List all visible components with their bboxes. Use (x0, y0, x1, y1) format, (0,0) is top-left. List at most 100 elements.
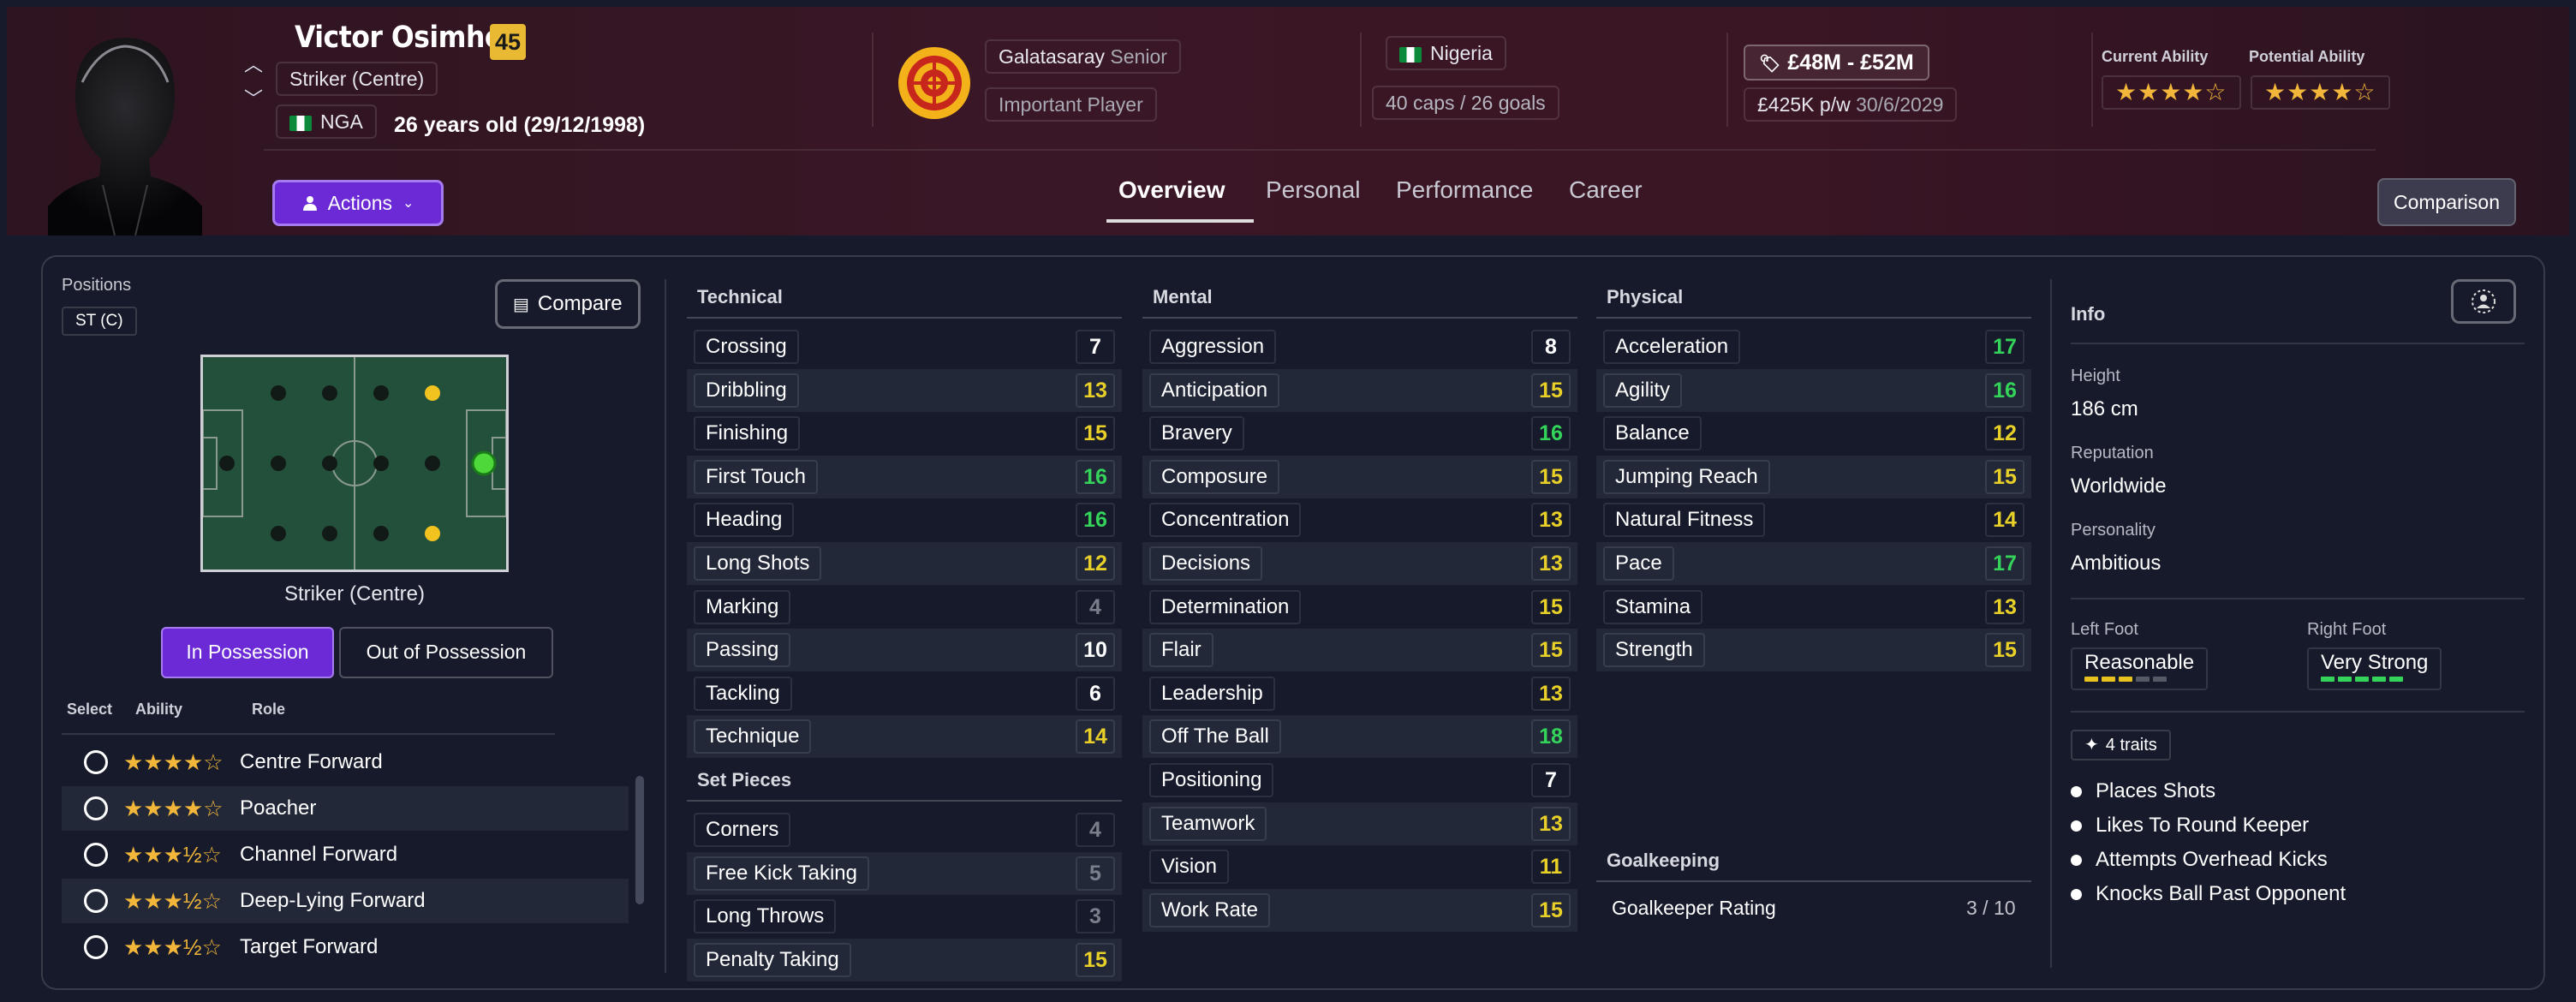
attribute-row-teamwork[interactable]: Teamwork 13 (1142, 802, 1577, 845)
personality-label: Personality (2071, 521, 2156, 540)
contract-end: 30/6/2029 (1856, 93, 1944, 116)
traits-chip[interactable]: ✦ 4 traits (2071, 730, 2171, 760)
right-foot-box: Very Strong (2307, 647, 2442, 690)
person-icon (302, 196, 317, 211)
attribute-row-stamina[interactable]: Stamina 13 (1596, 586, 2031, 629)
attribute-name: Bravery (1149, 416, 1244, 451)
attribute-name: Teamwork (1149, 806, 1267, 841)
attribute-name: Tackling (694, 676, 792, 711)
attribute-name: Leadership (1149, 676, 1275, 711)
tab-overview[interactable]: Overview (1118, 176, 1225, 204)
role-radio[interactable] (84, 750, 108, 774)
attribute-name: Acceleration (1603, 330, 1741, 364)
position-pitch (200, 355, 509, 572)
attribute-name: Pace (1603, 546, 1674, 581)
out-of-possession-button[interactable]: Out of Possession (339, 627, 553, 678)
attribute-row-strength[interactable]: Strength 15 (1596, 629, 2031, 672)
attribute-name: Crossing (694, 330, 799, 364)
transfer-value: £48M - £52M (1787, 51, 1914, 75)
attribute-row-crossing[interactable]: Crossing 7 (687, 325, 1122, 368)
attribute-row-finishing[interactable]: Finishing 15 (687, 412, 1122, 455)
attribute-row-passing[interactable]: Passing 10 (687, 629, 1122, 672)
right-foot-bars (2321, 677, 2428, 682)
role-row[interactable]: ★★★★☆ Centre Forward (62, 740, 629, 784)
attribute-row-bravery[interactable]: Bravery 16 (1142, 412, 1577, 455)
attribute-row-work-rate[interactable]: Work Rate 15 (1142, 888, 1577, 932)
comparison-button[interactable]: Comparison (2377, 178, 2516, 226)
role-row[interactable]: ★★★★☆ Poacher (62, 786, 629, 831)
foot-strength-segment (2321, 677, 2334, 682)
attribute-row-dribbling[interactable]: Dribbling 13 (687, 368, 1122, 412)
attribute-row-composure[interactable]: Composure 15 (1142, 455, 1577, 498)
tab-career[interactable]: Career (1569, 176, 1643, 204)
attribute-value: 4 (1076, 813, 1115, 847)
attribute-row-positioning[interactable]: Positioning 7 (1142, 759, 1577, 802)
attribute-value: 15 (1076, 416, 1115, 451)
info-header-line (2071, 343, 2525, 344)
attribute-row-acceleration[interactable]: Acceleration 17 (1596, 325, 2031, 368)
header-divider (1360, 33, 1362, 127)
role-stars: ★★★½☆ (123, 841, 222, 868)
player-profile: ︿ ﹀ Victor Osimhen 45 Striker (Centre) N… (0, 0, 2576, 1002)
attribute-row-first-touch[interactable]: First Touch 16 (687, 455, 1122, 498)
player-avatar-button[interactable] (2451, 279, 2516, 324)
role-row[interactable]: ★★★½☆ Channel Forward (62, 832, 629, 877)
attribute-row-off-the-ball[interactable]: Off The Ball 18 (1142, 715, 1577, 759)
bullet-icon (2071, 855, 2082, 867)
mental-line (1142, 317, 1577, 319)
attribute-row-flair[interactable]: Flair 15 (1142, 629, 1577, 672)
actions-button[interactable]: Actions ⌄ (272, 180, 444, 226)
tab-personal[interactable]: Personal (1266, 176, 1361, 204)
attribute-row-tackling[interactable]: Tackling 6 (687, 672, 1122, 715)
attribute-name: Work Rate (1149, 892, 1270, 927)
attribute-row-concentration[interactable]: Concentration 13 (1142, 498, 1577, 541)
attribute-row-penalty-taking[interactable]: Penalty Taking 15 (687, 938, 1122, 981)
attribute-row-determination[interactable]: Determination 15 (1142, 586, 1577, 629)
attribute-name: Long Throws (694, 899, 837, 934)
attribute-row-agility[interactable]: Agility 16 (1596, 368, 2031, 412)
goalkeeper-rating-value: 3 / 10 (1966, 897, 2016, 919)
attribute-value: 12 (1985, 416, 2024, 451)
attribute-row-vision[interactable]: Vision 11 (1142, 845, 1577, 888)
attribute-row-decisions[interactable]: Decisions 13 (1142, 542, 1577, 585)
role-radio[interactable] (84, 843, 108, 867)
country-pill[interactable]: Nigeria (1386, 36, 1506, 70)
role-row[interactable]: ★★★½☆ Target Forward (62, 925, 629, 969)
club-level: Senior (1110, 45, 1167, 68)
attribute-row-marking[interactable]: Marking 4 (687, 586, 1122, 629)
attribute-row-pace[interactable]: Pace 17 (1596, 542, 2031, 585)
attribute-row-heading[interactable]: Heading 16 (687, 498, 1122, 541)
role-radio[interactable] (84, 796, 108, 820)
header-divider (2091, 33, 2093, 127)
club-pill[interactable]: Galatasaray Senior (985, 39, 1181, 74)
attribute-row-free-kick-taking[interactable]: Free Kick Taking 5 (687, 851, 1122, 895)
role-radio[interactable] (84, 889, 108, 913)
previous-player-icon[interactable]: ︿ (243, 55, 264, 75)
attribute-value: 8 (1531, 330, 1571, 364)
attribute-row-long-shots[interactable]: Long Shots 12 (687, 542, 1122, 585)
player-name: Victor Osimhen (295, 21, 522, 55)
attribute-row-leadership[interactable]: Leadership 13 (1142, 672, 1577, 715)
attribute-name: Flair (1149, 633, 1213, 668)
role-name: Target Forward (240, 935, 379, 958)
attribute-row-long-throws[interactable]: Long Throws 3 (687, 895, 1122, 938)
attribute-row-technique[interactable]: Technique 14 (687, 715, 1122, 759)
compare-button[interactable]: ▤ Compare (495, 279, 641, 329)
role-row[interactable]: ★★★½☆ Deep-Lying Forward (62, 879, 629, 923)
tab-performance[interactable]: Performance (1396, 176, 1533, 204)
attribute-row-jumping-reach[interactable]: Jumping Reach 15 (1596, 455, 2031, 498)
attribute-row-aggression[interactable]: Aggression 8 (1142, 325, 1577, 368)
attribute-value: 15 (1985, 633, 2024, 668)
attribute-row-balance[interactable]: Balance 12 (1596, 412, 2031, 455)
role-radio[interactable] (84, 935, 108, 959)
in-possession-button[interactable]: In Possession (161, 627, 334, 678)
attribute-value: 13 (1531, 676, 1571, 711)
attribute-name: Penalty Taking (694, 942, 851, 977)
attribute-row-anticipation[interactable]: Anticipation 15 (1142, 368, 1577, 412)
role-stars: ★★★★☆ (123, 795, 224, 821)
attribute-row-corners[interactable]: Corners 4 (687, 808, 1122, 851)
attribute-name: Concentration (1149, 503, 1302, 538)
next-player-icon[interactable]: ﹀ (243, 89, 264, 110)
attribute-row-natural-fitness[interactable]: Natural Fitness 14 (1596, 498, 2031, 541)
roles-scrollbar[interactable] (635, 776, 644, 904)
